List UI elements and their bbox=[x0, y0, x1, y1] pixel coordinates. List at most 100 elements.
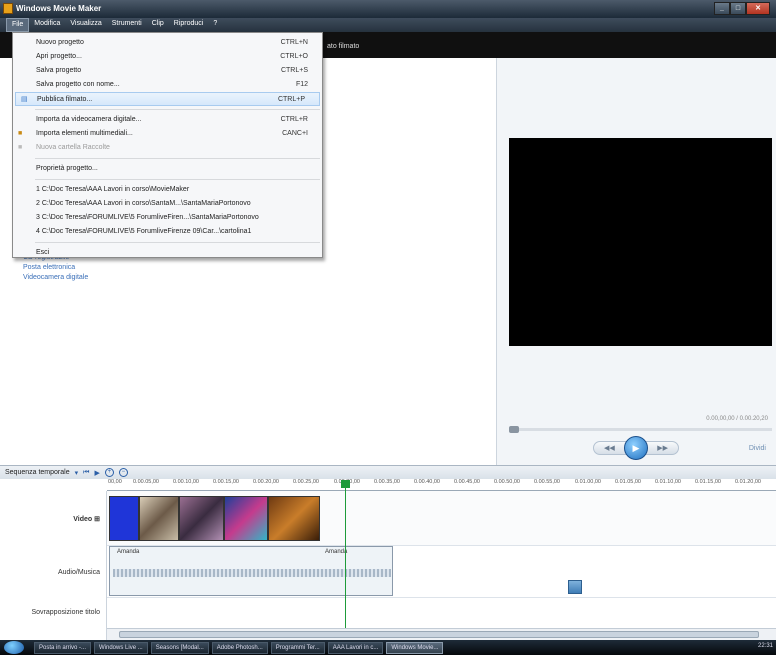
minimize-icon[interactable]: _ bbox=[714, 2, 730, 15]
menu-separator bbox=[35, 179, 320, 180]
audio-waveform bbox=[113, 569, 391, 577]
ruler-tick: 0.01.15,00 bbox=[695, 479, 721, 485]
timeline-toolbar: Sequenza temporale ▾ ⏮ ▶ + − bbox=[0, 465, 776, 479]
menu-modifica[interactable]: Modifica bbox=[29, 18, 65, 32]
menu-item-label: 3 C:\Doc Teresa\FORUMLIVE\5 ForumliveFir… bbox=[36, 214, 259, 221]
ruler-tick: 0.01.20,00 bbox=[735, 479, 761, 485]
track-label-video-text: Video bbox=[73, 516, 93, 523]
menu-item-publish-movie[interactable]: ▤ Pubblica filmato... CTRL+P bbox=[15, 92, 320, 106]
preview-panel: 0.00,00,00 / 0.00.20,20 ◀◀ ▶ ▶▶ Dividi bbox=[497, 58, 776, 465]
publish-movie-toolbar-button[interactable]: ato filmato bbox=[327, 43, 359, 50]
video-clip[interactable] bbox=[139, 496, 179, 541]
menu-file[interactable]: File bbox=[6, 18, 30, 32]
menu-item-shortcut: CTRL+R bbox=[280, 116, 308, 123]
window-controls: _ □ ✕ bbox=[714, 2, 770, 15]
menu-item-import-camera[interactable]: Importa da videocamera digitale... CTRL+R bbox=[13, 113, 322, 127]
preview-monitor bbox=[509, 138, 772, 346]
title-overlay-track[interactable] bbox=[107, 598, 776, 628]
taskbar-button[interactable]: AAA Lavori in c... bbox=[327, 641, 384, 654]
ruler-tick: 0.00.15,00 bbox=[213, 479, 239, 485]
video-track[interactable] bbox=[107, 491, 776, 546]
menu-visualizza[interactable]: Visualizza bbox=[65, 18, 106, 32]
menu-item-label: 1 C:\Doc Teresa\AAA Lavori in corso\Movi… bbox=[36, 186, 190, 193]
playhead-line[interactable] bbox=[345, 480, 346, 628]
scrollbar-thumb[interactable] bbox=[119, 631, 759, 638]
menu-item-label: Nuovo progetto bbox=[36, 39, 84, 46]
start-button[interactable] bbox=[4, 641, 24, 654]
menu-item-save-as[interactable]: Salva progetto con nome... F12 bbox=[13, 78, 322, 92]
seek-thumb[interactable] bbox=[509, 426, 519, 433]
ruler-tick: 0.01.05,00 bbox=[615, 479, 641, 485]
rewind-icon[interactable]: ⏮ bbox=[83, 469, 89, 477]
taskbar-button[interactable]: Seasons [Modal... bbox=[150, 641, 209, 654]
menu-item-new-collection-folder: ■ Nuova cartella Raccolte bbox=[13, 141, 322, 155]
video-clip[interactable] bbox=[179, 496, 224, 541]
menu-item-shortcut: CTRL+S bbox=[280, 67, 308, 74]
menu-item-exit[interactable]: Esci bbox=[13, 246, 322, 260]
menu-help[interactable]: ? bbox=[208, 18, 222, 32]
timeline-tracks: Amanda Amanda bbox=[107, 491, 776, 628]
menu-item-new-project[interactable]: Nuovo progetto CTRL+N bbox=[13, 36, 322, 50]
track-labels: Video ⊞ Audio/Musica Sovrapposizione tit… bbox=[0, 491, 107, 640]
menu-item-open-project[interactable]: Apri progetto... CTRL+O bbox=[13, 50, 322, 64]
menu-strumenti[interactable]: Strumenti bbox=[107, 18, 147, 32]
track-label-video[interactable]: Video ⊞ bbox=[73, 515, 100, 523]
timeline-scrollbar[interactable] bbox=[107, 628, 776, 640]
taskbar-button[interactable]: Programmi Ter... bbox=[270, 641, 325, 654]
taskbar-button[interactable]: Windows Movie... bbox=[386, 641, 444, 654]
window-title: Windows Movie Maker bbox=[16, 4, 102, 13]
menu-item-project-properties[interactable]: Proprietà progetto... bbox=[13, 162, 322, 176]
ruler-tick: 0.00.55,00 bbox=[534, 479, 560, 485]
ruler-tick: 0.00.45,00 bbox=[454, 479, 480, 485]
ruler-tick: 0.00.10,00 bbox=[173, 479, 199, 485]
task-link-email[interactable]: Posta elettronica bbox=[23, 264, 88, 271]
close-icon[interactable]: ✕ bbox=[746, 2, 770, 15]
audio-clip[interactable]: Amanda Amanda bbox=[109, 546, 393, 596]
import-folder-icon: ■ bbox=[18, 130, 23, 137]
video-clip[interactable] bbox=[224, 496, 268, 541]
file-menu: Nuovo progetto CTRL+N Apri progetto... CTR… bbox=[12, 32, 323, 258]
taskbar-button[interactable]: Adobe Photosh... bbox=[211, 641, 268, 654]
menu-item-save-project[interactable]: Salva progetto CTRL+S bbox=[13, 64, 322, 78]
zoom-out-icon[interactable]: − bbox=[118, 468, 128, 477]
seek-bar[interactable] bbox=[509, 426, 772, 433]
maximize-icon[interactable]: □ bbox=[730, 2, 746, 15]
menu-item-label: Proprietà progetto... bbox=[36, 165, 98, 172]
menu-item-shortcut: CANC+I bbox=[282, 130, 308, 137]
menu-item-import-media[interactable]: ■ Importa elementi multimediali... CANC+I bbox=[13, 127, 322, 141]
system-clock[interactable]: 22:31 bbox=[758, 643, 773, 649]
timeline-ruler[interactable]: 00,00 0.00.05,00 0.00.10,00 0.00.15,00 0… bbox=[107, 479, 776, 491]
windows-taskbar: Posta in arrivo -... Windows Live ... Se… bbox=[0, 640, 776, 655]
menu-bar: File Modifica Visualizza Strumenti Clip … bbox=[0, 18, 776, 32]
play-button[interactable]: ▶ bbox=[624, 436, 648, 460]
ruler-tick: 0.01.10,00 bbox=[655, 479, 681, 485]
menu-item-recent-project[interactable]: 2 C:\Doc Teresa\AAA Lavori in corso\Sant… bbox=[13, 197, 322, 211]
expand-track-icon[interactable]: ⊞ bbox=[94, 516, 100, 523]
next-frame-icon[interactable]: ▶▶ bbox=[657, 444, 668, 452]
previous-frame-icon[interactable]: ◀◀ bbox=[604, 444, 615, 452]
menu-item-label: Esci bbox=[36, 249, 50, 256]
zoom-in-icon[interactable]: + bbox=[104, 468, 114, 477]
menu-riproduci[interactable]: Riproduci bbox=[169, 18, 209, 32]
menu-item-recent-project[interactable]: 4 C:\Doc Teresa\FORUMLIVE\5 ForumliveFir… bbox=[13, 225, 322, 239]
audio-track[interactable]: Amanda Amanda bbox=[107, 546, 776, 598]
playback-controls: ◀◀ ▶ ▶▶ bbox=[593, 436, 679, 460]
timeline-view-dropdown[interactable]: Sequenza temporale bbox=[5, 469, 70, 476]
taskbar-button[interactable]: Windows Live ... bbox=[94, 641, 148, 654]
publish-icon: ▤ bbox=[21, 96, 28, 103]
video-clip[interactable] bbox=[268, 496, 320, 541]
play-timeline-icon[interactable]: ▶ bbox=[94, 469, 99, 477]
chevron-down-icon[interactable]: ▾ bbox=[75, 469, 79, 477]
menu-item-recent-project[interactable]: 3 C:\Doc Teresa\FORUMLIVE\5 ForumliveFir… bbox=[13, 211, 322, 225]
split-button[interactable]: Dividi bbox=[749, 445, 766, 452]
task-link-camera[interactable]: Videocamera digitale bbox=[23, 274, 88, 281]
taskbar-button[interactable]: Posta in arrivo -... bbox=[34, 641, 92, 654]
audio-clip-marker[interactable] bbox=[568, 580, 582, 594]
video-clip[interactable] bbox=[109, 496, 139, 541]
menu-item-label: Salva progetto con nome... bbox=[36, 81, 120, 88]
menu-item-label: Nuova cartella Raccolte bbox=[36, 144, 110, 151]
menu-item-recent-project[interactable]: 1 C:\Doc Teresa\AAA Lavori in corso\Movi… bbox=[13, 183, 322, 197]
window-titlebar: Windows Movie Maker _ □ ✕ bbox=[0, 0, 776, 18]
ruler-tick: 00,00 bbox=[108, 479, 122, 485]
menu-clip[interactable]: Clip bbox=[147, 18, 169, 32]
